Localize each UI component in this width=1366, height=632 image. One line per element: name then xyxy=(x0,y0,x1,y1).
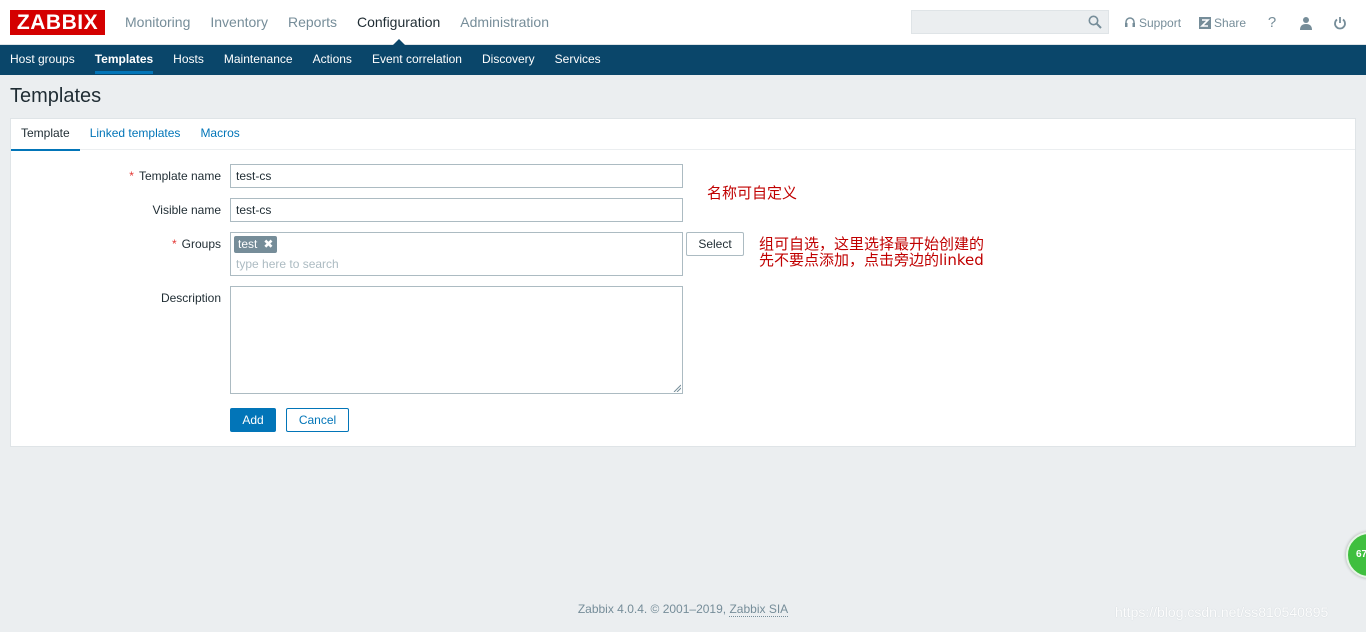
submenu-event-correlation[interactable]: Event correlation xyxy=(362,45,472,75)
page-title: Templates xyxy=(10,85,102,107)
support-link[interactable]: Support xyxy=(1124,16,1181,30)
visible-name-label: Visible name xyxy=(152,203,221,217)
template-form-panel: Template Linked templates Macros * Templa… xyxy=(10,118,1356,447)
share-z-icon xyxy=(1199,16,1212,29)
submenu-actions[interactable]: Actions xyxy=(303,45,362,75)
group-tag: test ✖ xyxy=(234,236,278,253)
groups-multiselect[interactable]: test ✖ type here to search xyxy=(230,232,683,276)
menu-administration[interactable]: Administration xyxy=(450,0,559,45)
tab-macros[interactable]: Macros xyxy=(190,119,249,149)
search-icon[interactable] xyxy=(1088,15,1102,29)
menu-configuration[interactable]: Configuration xyxy=(347,0,450,45)
search-box xyxy=(911,10,1109,34)
required-marker: * xyxy=(129,169,134,183)
submenu-maintenance[interactable]: Maintenance xyxy=(214,45,303,75)
menu-reports[interactable]: Reports xyxy=(278,0,347,45)
cancel-button[interactable]: Cancel xyxy=(286,408,349,432)
submenu-discovery[interactable]: Discovery xyxy=(472,45,545,75)
groups-search-input[interactable]: type here to search xyxy=(236,257,339,271)
remove-tag-icon[interactable]: ✖ xyxy=(263,236,273,253)
visible-name-input[interactable]: test-cs xyxy=(230,198,683,222)
menu-inventory[interactable]: Inventory xyxy=(200,0,278,45)
form-tabs: Template Linked templates Macros xyxy=(11,119,1355,151)
zabbix-logo[interactable]: ZABBIX xyxy=(10,10,105,35)
description-textarea[interactable] xyxy=(230,286,683,394)
resize-grip-icon[interactable] xyxy=(673,384,681,392)
headset-icon xyxy=(1124,16,1136,29)
support-label: Support xyxy=(1139,15,1182,30)
groups-label: * Groups xyxy=(171,237,221,251)
help-icon[interactable]: ? xyxy=(1264,14,1280,31)
tab-template[interactable]: Template xyxy=(11,119,80,151)
submenu-templates[interactable]: Templates xyxy=(85,45,163,75)
top-header: ZABBIX Monitoring Inventory Reports Conf… xyxy=(0,0,1366,45)
footer-copyright: Zabbix 4.0.4. © 2001–2019, xyxy=(577,602,727,616)
submenu-hosts[interactable]: Hosts xyxy=(163,45,214,75)
annotation-name-note: 名称可自定义 xyxy=(707,184,798,202)
footer-zabbix-sia-link[interactable]: Zabbix SIA xyxy=(729,602,789,617)
header-actions: Support Share ? xyxy=(1124,0,1366,45)
menu-monitoring[interactable]: Monitoring xyxy=(115,0,200,45)
user-profile-icon[interactable] xyxy=(1298,15,1314,31)
submenu-host-groups[interactable]: Host groups xyxy=(0,45,85,75)
main-menu: Monitoring Inventory Reports Configurati… xyxy=(115,0,559,45)
submenu-services[interactable]: Services xyxy=(545,45,611,75)
description-label: Description xyxy=(160,291,221,305)
template-name-input[interactable]: test-cs xyxy=(230,164,683,188)
widget-value: 67 xyxy=(1356,549,1366,560)
group-tag-label: test xyxy=(238,237,258,251)
select-groups-button[interactable]: Select xyxy=(686,232,744,256)
annotation-group-note-2: 先不要点添加，点击旁边的linked xyxy=(759,251,984,269)
template-name-label: * Template name xyxy=(129,169,221,183)
tab-linked-templates[interactable]: Linked templates xyxy=(80,119,191,149)
required-marker: * xyxy=(171,237,177,251)
sign-out-icon[interactable] xyxy=(1332,15,1348,31)
blog-watermark: https://blog.csdn.net/ss810540895 xyxy=(1115,604,1329,620)
sub-menu: Host groups Templates Hosts Maintenance … xyxy=(0,45,1366,75)
share-link[interactable]: Share xyxy=(1199,16,1246,30)
add-button[interactable]: Add xyxy=(230,408,276,432)
floating-speed-widget[interactable]: 67 xyxy=(1346,532,1366,578)
share-label: Share xyxy=(1214,15,1247,30)
search-input[interactable] xyxy=(912,11,1082,33)
